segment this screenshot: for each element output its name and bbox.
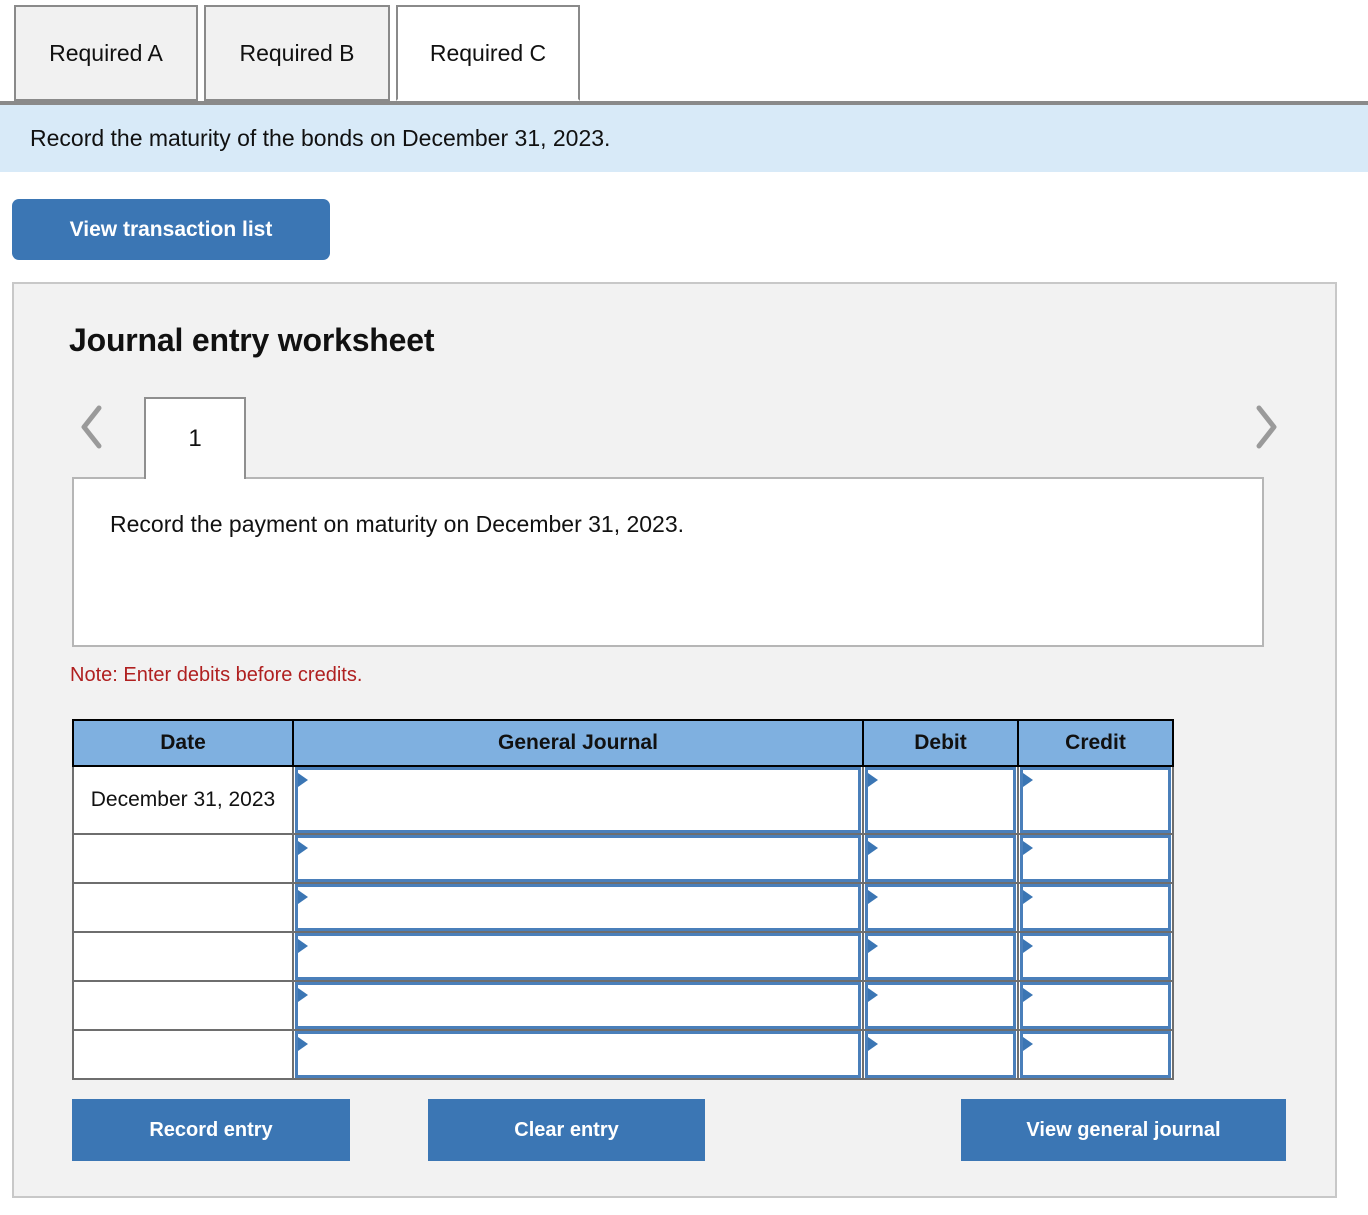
general-journal-cell[interactable]: [292, 833, 864, 884]
credit-input[interactable]: [1020, 933, 1171, 980]
column-header-credit: Credit: [1017, 719, 1174, 767]
credit-cell[interactable]: [1017, 882, 1174, 933]
general-journal-input[interactable]: [295, 933, 861, 980]
credit-input[interactable]: [1020, 767, 1171, 833]
debit-cell[interactable]: [862, 980, 1019, 1031]
table-row: [72, 931, 1174, 982]
tab-required-b[interactable]: Required B: [204, 5, 390, 101]
general-journal-input[interactable]: [295, 767, 861, 833]
debit-input[interactable]: [865, 933, 1016, 980]
credit-cell[interactable]: [1017, 931, 1174, 982]
general-journal-input[interactable]: [295, 1031, 861, 1078]
date-cell[interactable]: [72, 931, 294, 982]
date-cell[interactable]: [72, 882, 294, 933]
credit-cell[interactable]: [1017, 1029, 1174, 1080]
debit-input[interactable]: [865, 1031, 1016, 1078]
table-row: [72, 833, 1174, 884]
table-row: [72, 882, 1174, 933]
chevron-left-icon[interactable]: [72, 397, 112, 457]
table-header-row: Date General Journal Debit Credit: [72, 719, 1174, 767]
journal-entry-worksheet-panel: Journal entry worksheet 1 Record the pay…: [12, 282, 1337, 1198]
tab-required-c[interactable]: Required C: [396, 5, 580, 101]
debit-input[interactable]: [865, 767, 1016, 833]
requirement-tab-bar: Required A Required B Required C: [0, 0, 1368, 105]
journal-entry-table: Date General Journal Debit Credit Decemb…: [72, 719, 1174, 1080]
general-journal-input[interactable]: [295, 982, 861, 1029]
table-row: [72, 980, 1174, 1031]
debit-input[interactable]: [865, 982, 1016, 1029]
credit-cell[interactable]: [1017, 765, 1174, 835]
date-cell[interactable]: [72, 1029, 294, 1080]
tab-required-a-label: Required A: [49, 39, 163, 66]
worksheet-page-tab-1-label: 1: [188, 425, 202, 452]
credit-input[interactable]: [1020, 982, 1171, 1029]
debits-before-credits-note: Note: Enter debits before credits.: [70, 664, 363, 686]
tab-required-a[interactable]: Required A: [14, 5, 198, 101]
chevron-right-icon[interactable]: [1246, 397, 1286, 457]
credit-input[interactable]: [1020, 835, 1171, 882]
table-row: [72, 1029, 1174, 1080]
worksheet-prompt-box: Record the payment on maturity on Decemb…: [72, 477, 1264, 647]
general-journal-cell[interactable]: [292, 882, 864, 933]
requirement-instruction-bar: Record the maturity of the bonds on Dece…: [0, 105, 1368, 172]
clear-entry-label: Clear entry: [514, 1119, 619, 1141]
table-row: December 31, 2023: [72, 765, 1174, 835]
general-journal-input[interactable]: [295, 884, 861, 931]
credit-input[interactable]: [1020, 884, 1171, 931]
credit-cell[interactable]: [1017, 833, 1174, 884]
general-journal-cell[interactable]: [292, 931, 864, 982]
date-cell[interactable]: [72, 833, 294, 884]
date-cell[interactable]: [72, 980, 294, 1031]
general-journal-cell[interactable]: [292, 765, 864, 835]
column-header-date: Date: [72, 719, 294, 767]
record-entry-label: Record entry: [149, 1119, 273, 1141]
debit-cell[interactable]: [862, 833, 1019, 884]
view-general-journal-button[interactable]: View general journal: [961, 1099, 1286, 1161]
general-journal-cell[interactable]: [292, 980, 864, 1031]
column-header-general-journal: General Journal: [292, 719, 864, 767]
debit-cell[interactable]: [862, 1029, 1019, 1080]
requirement-instruction-text: Record the maturity of the bonds on Dece…: [30, 125, 611, 151]
column-header-debit: Debit: [862, 719, 1019, 767]
tab-required-c-label: Required C: [429, 39, 547, 66]
debit-cell[interactable]: [862, 765, 1019, 835]
credit-input[interactable]: [1020, 1031, 1171, 1078]
clear-entry-button[interactable]: Clear entry: [428, 1099, 705, 1161]
tab-required-b-label: Required B: [239, 39, 355, 66]
record-entry-button[interactable]: Record entry: [72, 1099, 350, 1161]
general-journal-input[interactable]: [295, 835, 861, 882]
debit-input[interactable]: [865, 884, 1016, 931]
view-transaction-list-button[interactable]: View transaction list: [12, 199, 330, 260]
worksheet-prompt-text: Record the payment on maturity on Decemb…: [110, 511, 685, 537]
worksheet-page-tab-1[interactable]: 1: [144, 397, 246, 479]
page-title: Journal entry worksheet: [69, 322, 435, 358]
debit-input[interactable]: [865, 835, 1016, 882]
debit-cell[interactable]: [862, 931, 1019, 982]
date-cell: December 31, 2023: [72, 765, 294, 835]
debit-cell[interactable]: [862, 882, 1019, 933]
view-general-journal-label: View general journal: [1026, 1119, 1221, 1141]
view-transaction-list-label: View transaction list: [69, 217, 273, 241]
credit-cell[interactable]: [1017, 980, 1174, 1031]
general-journal-cell[interactable]: [292, 1029, 864, 1080]
